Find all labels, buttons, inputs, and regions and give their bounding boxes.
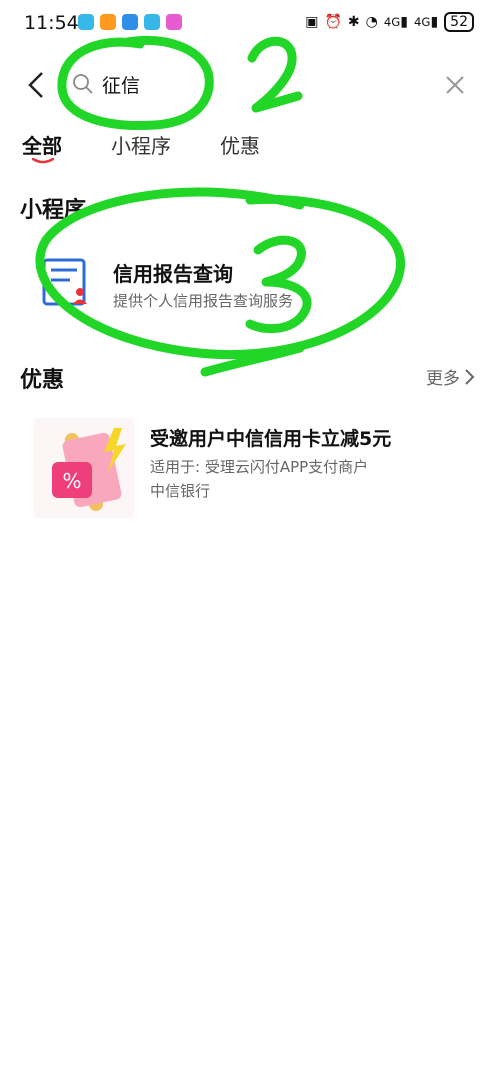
credit-report-icon: [42, 258, 87, 306]
tab-all[interactable]: 全部: [22, 130, 62, 159]
coupon-illustration-icon: %: [34, 418, 134, 518]
more-offers-link[interactable]: 更多: [426, 364, 476, 389]
bluetooth-icon: ✱: [347, 14, 360, 30]
back-arrow-icon[interactable]: [22, 70, 52, 100]
offer-bank: 中信银行: [150, 482, 211, 500]
chat-app-icon: [78, 14, 94, 30]
signal-icon-2: 4G▮: [414, 14, 439, 30]
chat-app-icon-2: [144, 14, 160, 30]
status-time: 11:54: [24, 12, 79, 34]
search-input[interactable]: 征信: [60, 62, 390, 106]
notification-icons: [78, 14, 182, 30]
tab-offers[interactable]: 优惠: [220, 130, 260, 159]
offer-title: 受邀用户中信信用卡立减5元: [150, 428, 392, 450]
close-icon[interactable]: [442, 72, 468, 98]
alarm-icon: ⏰: [324, 14, 342, 30]
offer-applies-to: 适用于: 受理云闪付APP支付商户: [150, 458, 369, 476]
mini-program-name: 信用报告查询: [113, 262, 233, 286]
tab-mini-programs[interactable]: 小程序: [111, 130, 171, 159]
battery-indicator: 52: [444, 12, 474, 32]
more-label: 更多: [426, 369, 460, 389]
svg-text:%: %: [62, 469, 81, 493]
orange-app-icon: [100, 14, 116, 30]
blue-app-icon: [122, 14, 138, 30]
offers-heading: 优惠: [20, 368, 65, 393]
system-status-icons: ▣ ⏰ ✱ ◔ 4G▮ 4G▮ 52: [305, 12, 474, 32]
nfc-icon: ▣: [305, 14, 319, 30]
search-query-text: 征信: [102, 74, 141, 97]
signal-icon-1: 4G▮: [383, 14, 408, 30]
tab-active-indicator: [32, 158, 54, 164]
mini-program-description: 提供个人信用报告查询服务: [113, 292, 294, 310]
annotation-overlay: 2 3: [35, 36, 405, 377]
mini-programs-heading: 小程序: [20, 198, 87, 223]
chevron-right-icon: [465, 368, 475, 385]
search-icon: [73, 74, 93, 94]
wifi-icon: ◔: [365, 14, 378, 30]
pink-app-icon: [166, 14, 182, 30]
